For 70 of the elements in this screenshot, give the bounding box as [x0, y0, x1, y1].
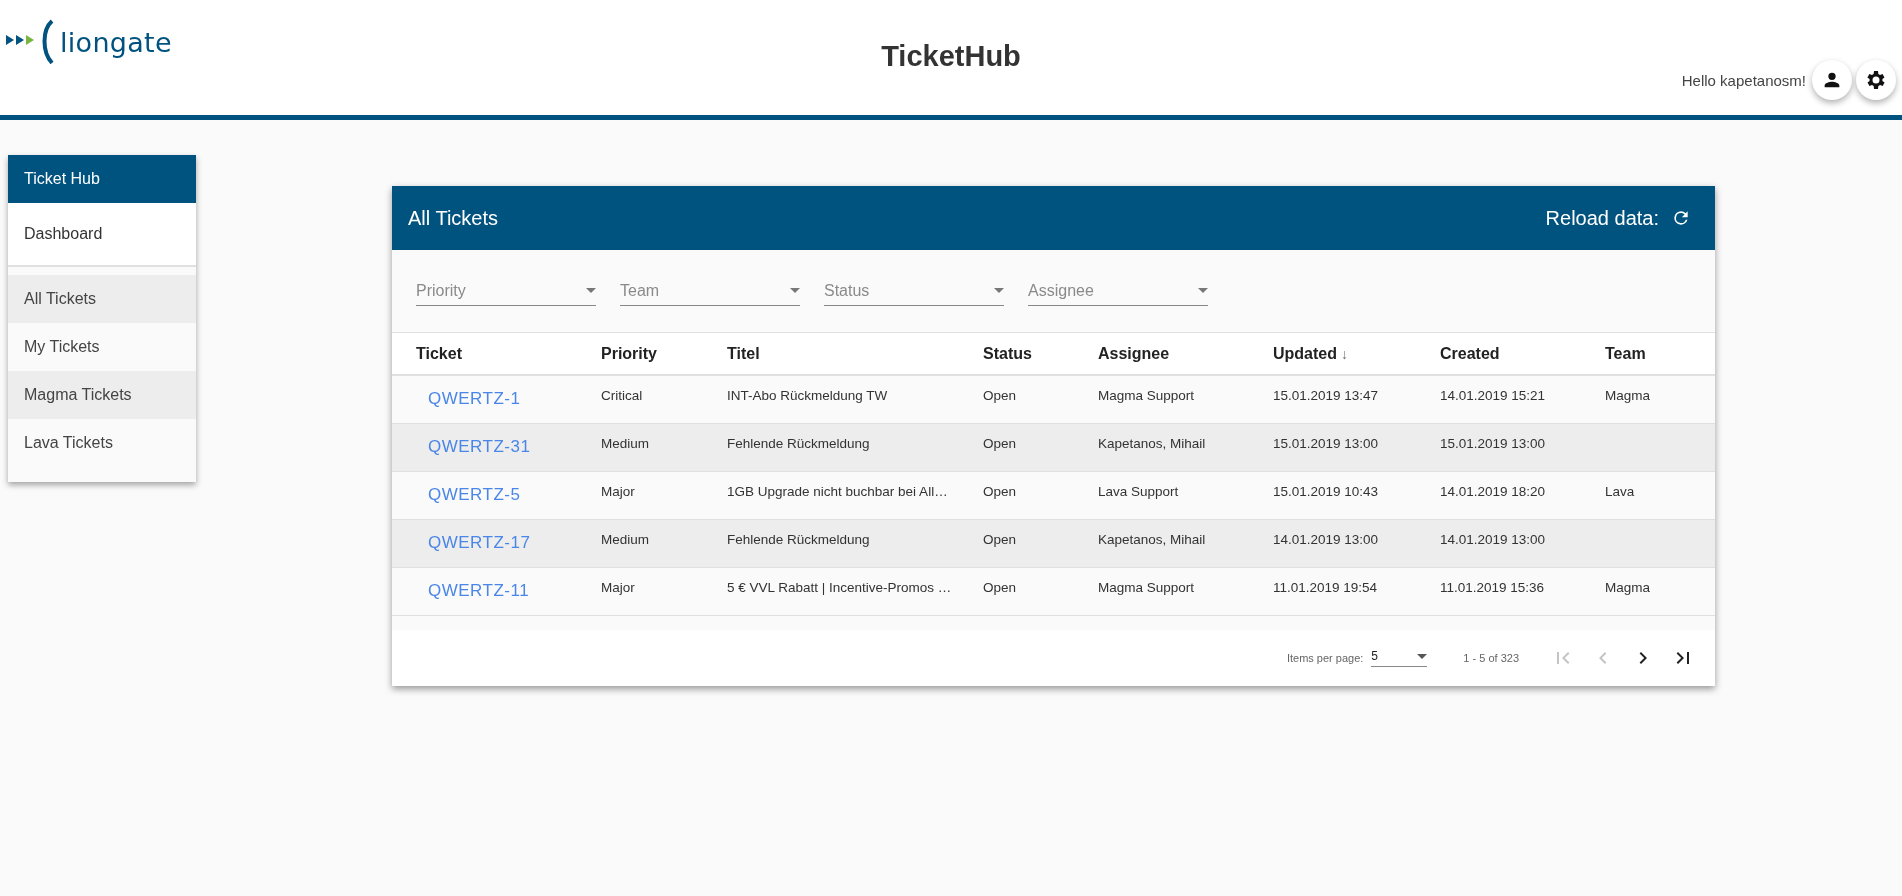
- table-cell-text: 15.01.2019 13:47: [1273, 388, 1380, 403]
- refresh-icon: [1671, 208, 1691, 228]
- column-header[interactable]: Updated: [1273, 344, 1337, 363]
- table-cell-text: Magma Support: [1098, 388, 1196, 403]
- logo-text: liongate: [60, 26, 172, 58]
- column-header[interactable]: Titel: [727, 344, 760, 363]
- app-title: TicketHub: [881, 40, 1021, 73]
- column-header[interactable]: Priority: [601, 344, 657, 363]
- sidebar-item[interactable]: Magma Tickets: [8, 371, 196, 419]
- table-cell-text: Open: [983, 532, 1018, 547]
- column-header[interactable]: Created: [1440, 344, 1500, 363]
- reload-button[interactable]: Reload data:: [1545, 206, 1691, 230]
- table-row[interactable]: QWERTZ-5 Major 1GB Upgrade nicht buchbar bei All… Open Lava Support 15.01.2019 10:43 14.01.2019 18:20 Lava: [392, 472, 1715, 520]
- table-cell-text: Open: [983, 436, 1018, 451]
- account-button[interactable]: [1812, 60, 1852, 100]
- items-per-page-label: Items per page:: [1286, 652, 1364, 664]
- table-cell-text: Open: [983, 484, 1018, 499]
- table-cell-text: 15.01.2019 13:00: [1440, 436, 1547, 451]
- sidebar-item[interactable]: Lava Tickets: [8, 419, 196, 467]
- column-header[interactable]: Team: [1605, 344, 1646, 363]
- table-cell-text: 15.01.2019 10:43: [1273, 484, 1380, 499]
- dropdown-caret-icon: [586, 288, 596, 293]
- table-row[interactable]: QWERTZ-1 Critical INT-Abo Rückmeldung TW Open Magma Support 15.01.2019 13:47 14.01.2019 15:21 Magma: [392, 376, 1715, 424]
- table-cell-text: Lava Support: [1098, 484, 1180, 499]
- table-cell-text: Major: [601, 580, 636, 595]
- page-range-text: 1 - 5 of 323: [1463, 652, 1519, 664]
- table-cell-text: Magma Support: [1098, 580, 1196, 595]
- sidebar-item[interactable]: All Tickets: [8, 275, 196, 323]
- table-cell-text: Open: [983, 388, 1018, 403]
- table-row[interactable]: QWERTZ-17 Medium Fehlende Rückmeldung Open Kapetanos, Mihail 14.01.2019 13:00 14.01.2019 13:00: [392, 520, 1715, 568]
- table-cell-text: Fehlende Rückmeldung: [727, 436, 871, 451]
- dropdown-caret-icon: [994, 288, 1004, 293]
- table-cell-text: 11.01.2019 19:54: [1273, 580, 1379, 595]
- table-cell-text: 14.01.2019 18:20: [1440, 484, 1547, 499]
- logo-mark-icon: [4, 18, 56, 66]
- settings-button[interactable]: [1856, 60, 1896, 100]
- column-header[interactable]: Ticket: [416, 344, 462, 363]
- table-cell-text: Kapetanos, Mihail: [1098, 436, 1207, 451]
- table-cell-text: 5 € VVL Rabatt | Incentive-Promos …: [727, 580, 953, 595]
- table-cell-text: 1GB Upgrade nicht buchbar bei All…: [727, 484, 949, 499]
- table-cell-text: Medium: [601, 532, 650, 547]
- table-cell-text: Open: [983, 580, 1018, 595]
- table-cell-text: 14.01.2019 13:00: [1273, 532, 1380, 547]
- dropdown-caret-icon: [790, 288, 800, 293]
- table-cell-text: Kapetanos, Mihail: [1098, 532, 1207, 547]
- table-row[interactable]: QWERTZ-11 Major 5 € VVL Rabatt | Incentive-Promos … Open Magma Support 11.01.2019 19:54 11.01.2019 15:36 Magma: [392, 568, 1715, 616]
- table-cell-text: Lava: [1605, 484, 1636, 499]
- table-cell-text: 14.01.2019 13:00: [1440, 532, 1547, 547]
- table-cell-text: 14.01.2019 15:21: [1440, 388, 1547, 403]
- table-cell-text: Critical: [601, 388, 644, 403]
- dropdown-caret-icon: [1417, 653, 1428, 659]
- dropdown-caret-icon: [1198, 288, 1208, 293]
- table-cell-text: Fehlende Rückmeldung: [727, 532, 871, 547]
- table-cell-text: 15.01.2019 13:00: [1273, 436, 1380, 451]
- table-cell-text: Magma: [1605, 388, 1651, 403]
- table-cell-text: Magma: [1605, 580, 1651, 595]
- column-header[interactable]: Assignee: [1098, 344, 1170, 363]
- sidebar-item[interactable]: Dashboard: [8, 203, 196, 267]
- page-size-select[interactable]: 5: [1371, 649, 1428, 667]
- card-title: All Tickets: [408, 206, 499, 230]
- table-cell-text: INT-Abo Rückmeldung TW: [727, 388, 889, 403]
- sidebar-title: Ticket Hub: [8, 155, 196, 203]
- sort-arrow-icon: ↓: [1341, 345, 1348, 362]
- table-row[interactable]: QWERTZ-31 Medium Fehlende Rückmeldung Open Kapetanos, Mihail 15.01.2019 13:00 15.01.2019 13:00: [392, 424, 1715, 472]
- table-cell-text: Medium: [601, 436, 650, 451]
- sidebar-item[interactable]: My Tickets: [8, 323, 196, 371]
- table-cell-text: Major: [601, 484, 636, 499]
- column-header[interactable]: Status: [983, 344, 1032, 363]
- greeting-text: Hello kapetanosm!: [1681, 71, 1806, 89]
- table-cell-text: 11.01.2019 15:36: [1440, 580, 1546, 595]
